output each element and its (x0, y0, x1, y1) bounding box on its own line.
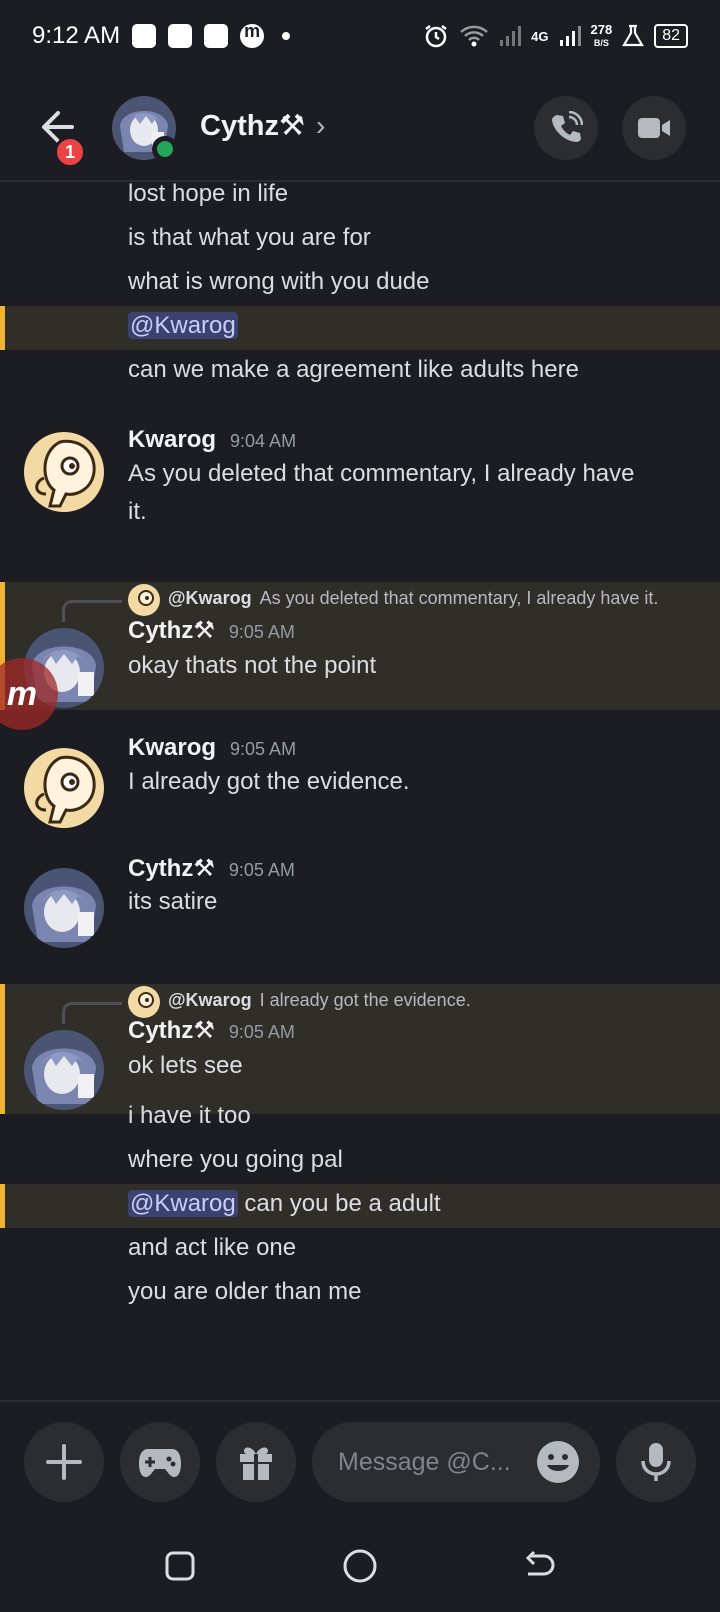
message-line: @Kwarog (128, 308, 238, 344)
message-input[interactable]: Message @C... (312, 1422, 600, 1502)
message-line: i have it too (128, 1102, 251, 1129)
speed-unit: B/S (593, 37, 609, 48)
notification-icon (204, 24, 229, 48)
video-camera-icon (638, 118, 670, 138)
app-notification-icon (240, 21, 265, 48)
reply-text: I already got the evidence. (259, 990, 471, 1010)
system-navigation-bar (0, 1520, 720, 1612)
message-input-placeholder: Message @C... (338, 1447, 511, 1476)
alarm-icon (425, 25, 447, 48)
author-name[interactable]: Cythz⚒ (128, 855, 215, 882)
reply-preview[interactable]: @Kwarog I already got the evidence. (168, 990, 471, 1011)
message-author[interactable]: Kwarog 9:05 AM (128, 734, 296, 762)
network-speed: 278 B/S (590, 21, 613, 49)
mention-highlight (0, 306, 720, 350)
author-name[interactable]: Kwarog (128, 734, 216, 761)
message-line: where you going pal (128, 1146, 343, 1173)
author-name[interactable]: Cythz⚒ (128, 617, 215, 644)
message-author[interactable]: Cythz⚒ 9:05 AM (128, 616, 295, 645)
user-mention[interactable]: @Kwarog (128, 312, 238, 339)
home-icon[interactable] (342, 1548, 378, 1584)
online-status-dot (152, 136, 178, 162)
conversation-name[interactable]: Cythz⚒ (200, 108, 305, 143)
message-line: is that what you are for (128, 224, 371, 251)
recents-icon[interactable] (164, 1550, 196, 1582)
message-text: okay thats not the point (128, 652, 377, 679)
message-list[interactable]: lost hope in life is that what you are f… (0, 182, 720, 1400)
chat-header: 1 Cythz⚒ › (0, 72, 720, 182)
message-timestamp: 9:05 AM (230, 739, 297, 759)
message-line: you are older than me (128, 1278, 362, 1305)
message-author[interactable]: Cythz⚒ 9:05 AM (128, 1016, 295, 1045)
kwarog-avatar[interactable] (24, 432, 104, 512)
message-text: its satire (128, 888, 218, 915)
video-call-button[interactable] (622, 96, 686, 160)
reply-author[interactable]: @Kwarog (168, 588, 252, 608)
status-bar: 9:12 AM 4G 278 B/S 82 (0, 0, 720, 72)
message-timestamp: 9:05 AM (228, 860, 295, 880)
message-line: what is wrong with you dude (128, 268, 430, 295)
unread-badge: 1 (54, 136, 86, 168)
battery-indicator: 82 (654, 24, 688, 48)
message-line: and act like one (128, 1234, 297, 1261)
gift-button[interactable] (216, 1422, 296, 1502)
gift-icon (240, 1447, 272, 1480)
message-text: I already got the evidence. (128, 768, 410, 795)
signal-icon (559, 26, 581, 46)
network-type: 4G (531, 28, 549, 44)
reply-author[interactable]: @Kwarog (168, 990, 252, 1010)
author-name[interactable]: Kwarog (128, 426, 216, 453)
message-timestamp: 9:05 AM (228, 1022, 295, 1042)
cythz-avatar[interactable] (24, 868, 104, 948)
message-author[interactable]: Kwarog 9:04 AM (128, 426, 296, 454)
plus-icon (46, 1444, 82, 1480)
emoji-icon[interactable] (536, 1440, 580, 1484)
voice-message-button[interactable] (616, 1422, 696, 1502)
chevron-right-icon[interactable]: › (316, 110, 325, 142)
message-timestamp: 9:05 AM (228, 622, 295, 642)
more-notifications-dot (282, 32, 291, 40)
microphone-icon (641, 1443, 671, 1481)
cythz-avatar[interactable] (24, 1030, 104, 1110)
speed-value: 278 (590, 21, 613, 37)
lab-flask-icon (622, 24, 645, 47)
kwarog-reply-avatar (128, 584, 160, 616)
message-composer: Message @C... (0, 1400, 720, 1520)
phone-call-icon (552, 111, 583, 142)
notification-icon (132, 24, 157, 48)
gamepad-icon (139, 1449, 181, 1477)
reply-text: As you deleted that commentary, I alread… (259, 588, 659, 608)
wifi-icon (460, 25, 489, 47)
notification-icon (168, 24, 193, 48)
activities-button[interactable] (120, 1422, 200, 1502)
message-text: it. (128, 498, 147, 525)
message-text: can you be a adult (237, 1190, 441, 1217)
add-attachment-button[interactable] (24, 1422, 104, 1502)
author-name[interactable]: Cythz⚒ (128, 1017, 215, 1044)
kwarog-reply-avatar (128, 986, 160, 1018)
message-author[interactable]: Cythz⚒ 9:05 AM (128, 854, 295, 883)
message-line: @Kwarog can you be a adult (128, 1186, 441, 1222)
kwarog-avatar[interactable] (24, 748, 104, 828)
signal-icon (500, 26, 522, 46)
back-icon[interactable] (522, 1550, 556, 1582)
status-time: 9:12 AM (32, 22, 121, 49)
message-text: As you deleted that commentary, I alread… (128, 460, 635, 487)
reply-preview[interactable]: @Kwarog As you deleted that commentary, I… (168, 588, 658, 609)
message-line: lost hope in life (128, 182, 289, 207)
reply-connector (62, 600, 122, 622)
voice-call-button[interactable] (534, 96, 598, 160)
message-timestamp: 9:04 AM (230, 431, 297, 451)
user-mention[interactable]: @Kwarog (128, 1190, 238, 1217)
reply-connector (62, 1002, 122, 1024)
message-line: can we make a agreement like adults here (128, 356, 579, 383)
message-text: ok lets see (128, 1052, 243, 1079)
